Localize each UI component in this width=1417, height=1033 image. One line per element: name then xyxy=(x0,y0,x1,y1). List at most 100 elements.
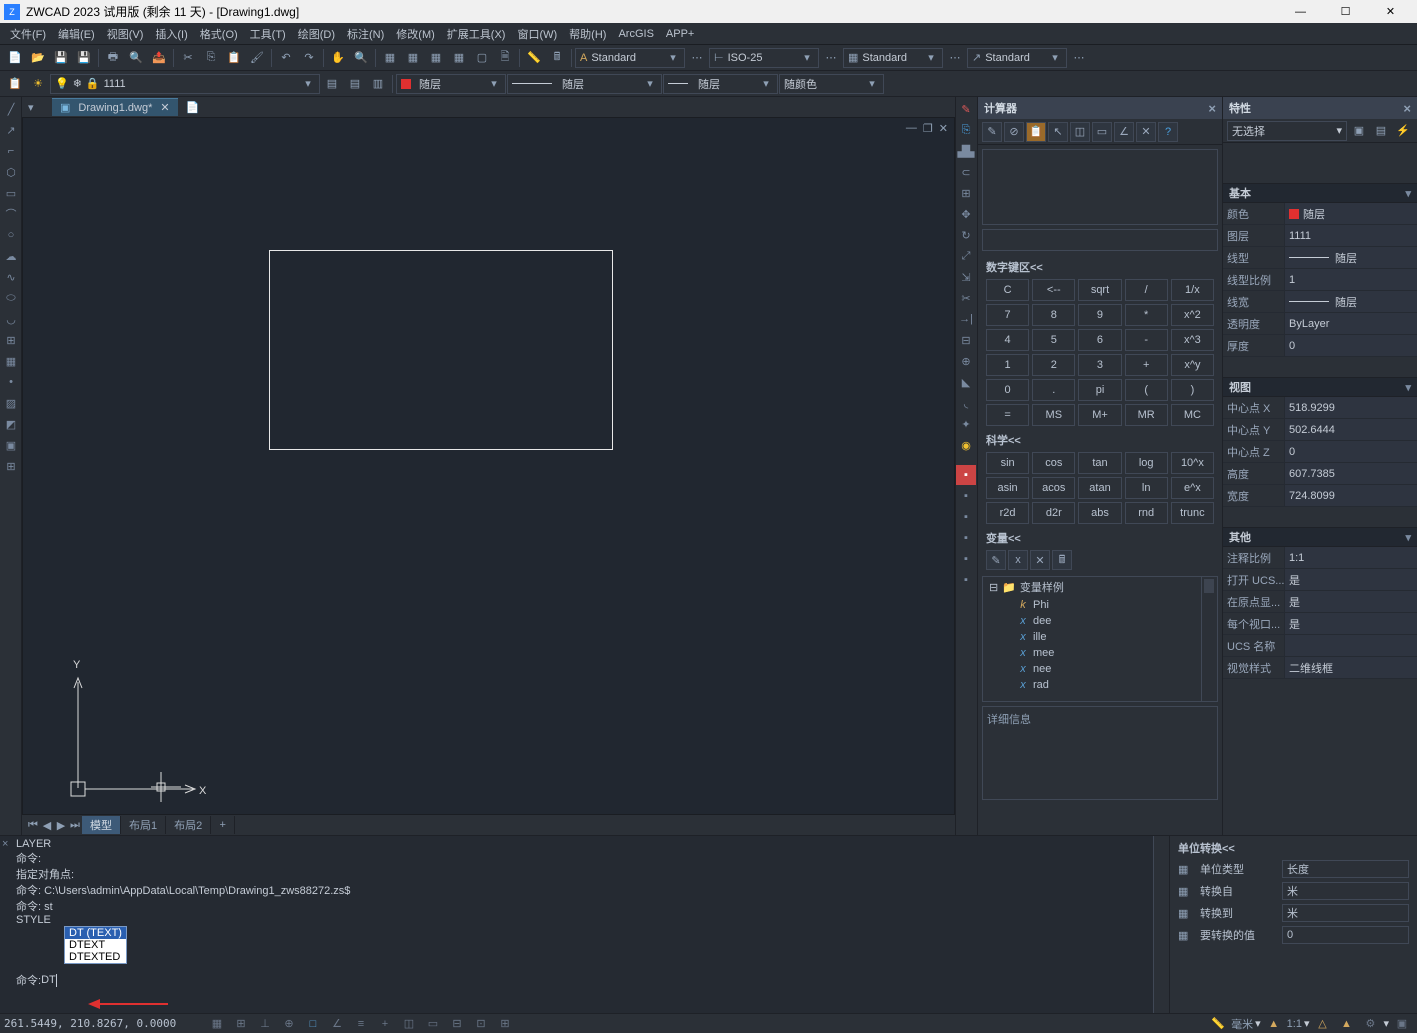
key-MR[interactable]: MR xyxy=(1125,404,1168,426)
sun-icon[interactable]: ☀ xyxy=(27,73,49,95)
redo-icon[interactable]: ↷ xyxy=(298,47,320,69)
calc-tb6[interactable]: ▭ xyxy=(1092,122,1112,142)
tab-layout2[interactable]: 布局2 xyxy=(166,816,211,834)
prop-group-view[interactable]: 视图▾ xyxy=(1223,377,1417,397)
point-icon[interactable]: • xyxy=(1,372,21,392)
calc-tb4[interactable]: ↖ xyxy=(1048,122,1068,142)
zoom-icon[interactable]: 🔍 xyxy=(350,47,372,69)
command-line[interactable]: 命令: DT xyxy=(16,972,1149,988)
ac-item-1[interactable]: DT (TEXT) xyxy=(65,927,126,939)
palette1-icon[interactable]: ▪ xyxy=(956,465,976,485)
gradient-icon[interactable]: ◩ xyxy=(1,414,21,434)
polar-icon[interactable]: ⊕ xyxy=(278,1015,300,1033)
text-style-combo[interactable]: AStandard▾ xyxy=(575,48,685,68)
var-tb4[interactable]: 🖩 xyxy=(1052,550,1072,570)
key-x^2[interactable]: x^2 xyxy=(1171,304,1214,326)
rect-icon[interactable]: ▭ xyxy=(1,183,21,203)
view-min-icon[interactable]: — xyxy=(906,122,917,135)
xref-icon[interactable]: 🗎 xyxy=(494,47,516,69)
model-icon[interactable]: ▭ xyxy=(422,1015,444,1033)
circle-icon[interactable]: ○ xyxy=(1,225,21,245)
key-)[interactable]: ) xyxy=(1171,379,1214,401)
layer-icon[interactable]: ▦ xyxy=(379,47,401,69)
menu-file[interactable]: 文件(F) xyxy=(4,24,52,44)
textstyle-icon[interactable]: ⋯ xyxy=(686,47,708,69)
menu-express[interactable]: 扩展工具(X) xyxy=(441,24,512,44)
scikey-asin[interactable]: asin xyxy=(986,477,1029,499)
var-rad[interactable]: xrad xyxy=(983,677,1217,693)
lay1-icon[interactable]: ▤ xyxy=(321,73,343,95)
key-2[interactable]: 2 xyxy=(1032,354,1075,376)
tab-layout1[interactable]: 布局1 xyxy=(121,816,166,834)
scikey-sin[interactable]: sin xyxy=(986,452,1029,474)
polyline-icon[interactable]: ⌐ xyxy=(1,141,21,161)
stretch-icon[interactable]: ⇲ xyxy=(956,267,976,287)
scikey-d2r[interactable]: d2r xyxy=(1032,502,1075,524)
key-MS[interactable]: MS xyxy=(1032,404,1075,426)
calc-section-var[interactable]: 变量<< xyxy=(978,526,1222,548)
revcloud-icon[interactable]: ☁ xyxy=(1,246,21,266)
dim-style-combo[interactable]: ⊢ISO-25▾ xyxy=(709,48,819,68)
move-icon[interactable]: ✥ xyxy=(956,204,976,224)
mleaderstyle-icon[interactable]: ⋯ xyxy=(1068,47,1090,69)
prop-lineweight[interactable]: 随层 xyxy=(1285,291,1417,312)
cycle-icon[interactable]: ◫ xyxy=(398,1015,420,1033)
palette4-icon[interactable]: ▪ xyxy=(956,528,976,548)
scikey-rnd[interactable]: rnd xyxy=(1125,502,1168,524)
key-3[interactable]: 3 xyxy=(1078,354,1121,376)
ds-icon[interactable]: ⊞ xyxy=(494,1015,516,1033)
var-mee[interactable]: xmee xyxy=(983,645,1217,661)
unit-to[interactable]: 米 xyxy=(1282,904,1409,922)
menu-dim[interactable]: 标注(N) xyxy=(341,24,390,44)
menu-window[interactable]: 窗口(W) xyxy=(511,24,563,44)
menu-insert[interactable]: 插入(I) xyxy=(149,24,193,44)
block2-icon[interactable]: ▦ xyxy=(1,351,21,371)
line-icon[interactable]: ╱ xyxy=(1,99,21,119)
key-5[interactable]: 5 xyxy=(1032,329,1075,351)
calc-help-icon[interactable]: ? xyxy=(1158,122,1178,142)
hatch-icon[interactable]: ▨ xyxy=(1,393,21,413)
view-close-icon[interactable]: ✕ xyxy=(939,122,948,135)
calc-history[interactable] xyxy=(982,149,1218,225)
layers-icon[interactable]: ▦ xyxy=(425,47,447,69)
prop-ltscale[interactable]: 1 xyxy=(1285,269,1417,290)
var-Phi[interactable]: kPhi xyxy=(983,597,1217,613)
key-/[interactable]: / xyxy=(1125,279,1168,301)
mirror-icon[interactable]: ▟▙ xyxy=(956,141,976,161)
mleader-style-combo[interactable]: ↗Standard▾ xyxy=(967,48,1067,68)
layeriso-icon[interactable]: ▦ xyxy=(402,47,424,69)
calc-section-sci[interactable]: 科学<< xyxy=(978,428,1222,450)
clean-icon[interactable]: ▣ xyxy=(1391,1015,1413,1033)
anno-icon[interactable]: ▲ xyxy=(1263,1015,1285,1033)
prop-btn1[interactable]: ▣ xyxy=(1349,121,1369,141)
maximize-button[interactable]: ☐ xyxy=(1323,1,1368,23)
prop-group-other[interactable]: 其他▾ xyxy=(1223,527,1417,547)
key-1[interactable]: 1 xyxy=(986,354,1029,376)
polygon-icon[interactable]: ⬡ xyxy=(1,162,21,182)
draworder-icon[interactable]: ◉ xyxy=(956,435,976,455)
unit-from[interactable]: 米 xyxy=(1282,882,1409,900)
key-<--[interactable]: <-- xyxy=(1032,279,1075,301)
cmd-scrollbar[interactable] xyxy=(1153,836,1169,1013)
menu-tools[interactable]: 工具(T) xyxy=(244,24,292,44)
var-dee[interactable]: xdee xyxy=(983,613,1217,629)
command-autocomplete[interactable]: DT (TEXT) DTEXT DTEXTED xyxy=(64,926,127,964)
copy-icon[interactable]: ⎘ xyxy=(200,47,222,69)
qp-icon[interactable]: ⊟ xyxy=(446,1015,468,1033)
key-0[interactable]: 0 xyxy=(986,379,1029,401)
linetype-combo[interactable]: 随层▾ xyxy=(507,74,662,94)
cut-icon[interactable]: ✂ xyxy=(177,47,199,69)
palette2-icon[interactable]: ▪ xyxy=(956,486,976,506)
calc-close-icon[interactable]: × xyxy=(1208,101,1216,116)
key-M+[interactable]: M+ xyxy=(1078,404,1121,426)
view-restore-icon[interactable]: ❐ xyxy=(923,122,933,135)
prop-cy[interactable]: 502.6444 xyxy=(1285,419,1417,440)
key-sqrt[interactable]: sqrt xyxy=(1078,279,1121,301)
ws-icon[interactable]: ⚙ xyxy=(1359,1015,1381,1033)
spline-icon[interactable]: ∿ xyxy=(1,267,21,287)
menu-app[interactable]: APP+ xyxy=(660,26,700,42)
calc-input[interactable] xyxy=(982,229,1218,251)
props-close-icon[interactable]: × xyxy=(1403,101,1411,116)
prop-visualstyle[interactable]: 二维线框 xyxy=(1285,657,1417,678)
doc-tab[interactable]: ▣ Drawing1.dwg* ✕ xyxy=(52,98,178,116)
